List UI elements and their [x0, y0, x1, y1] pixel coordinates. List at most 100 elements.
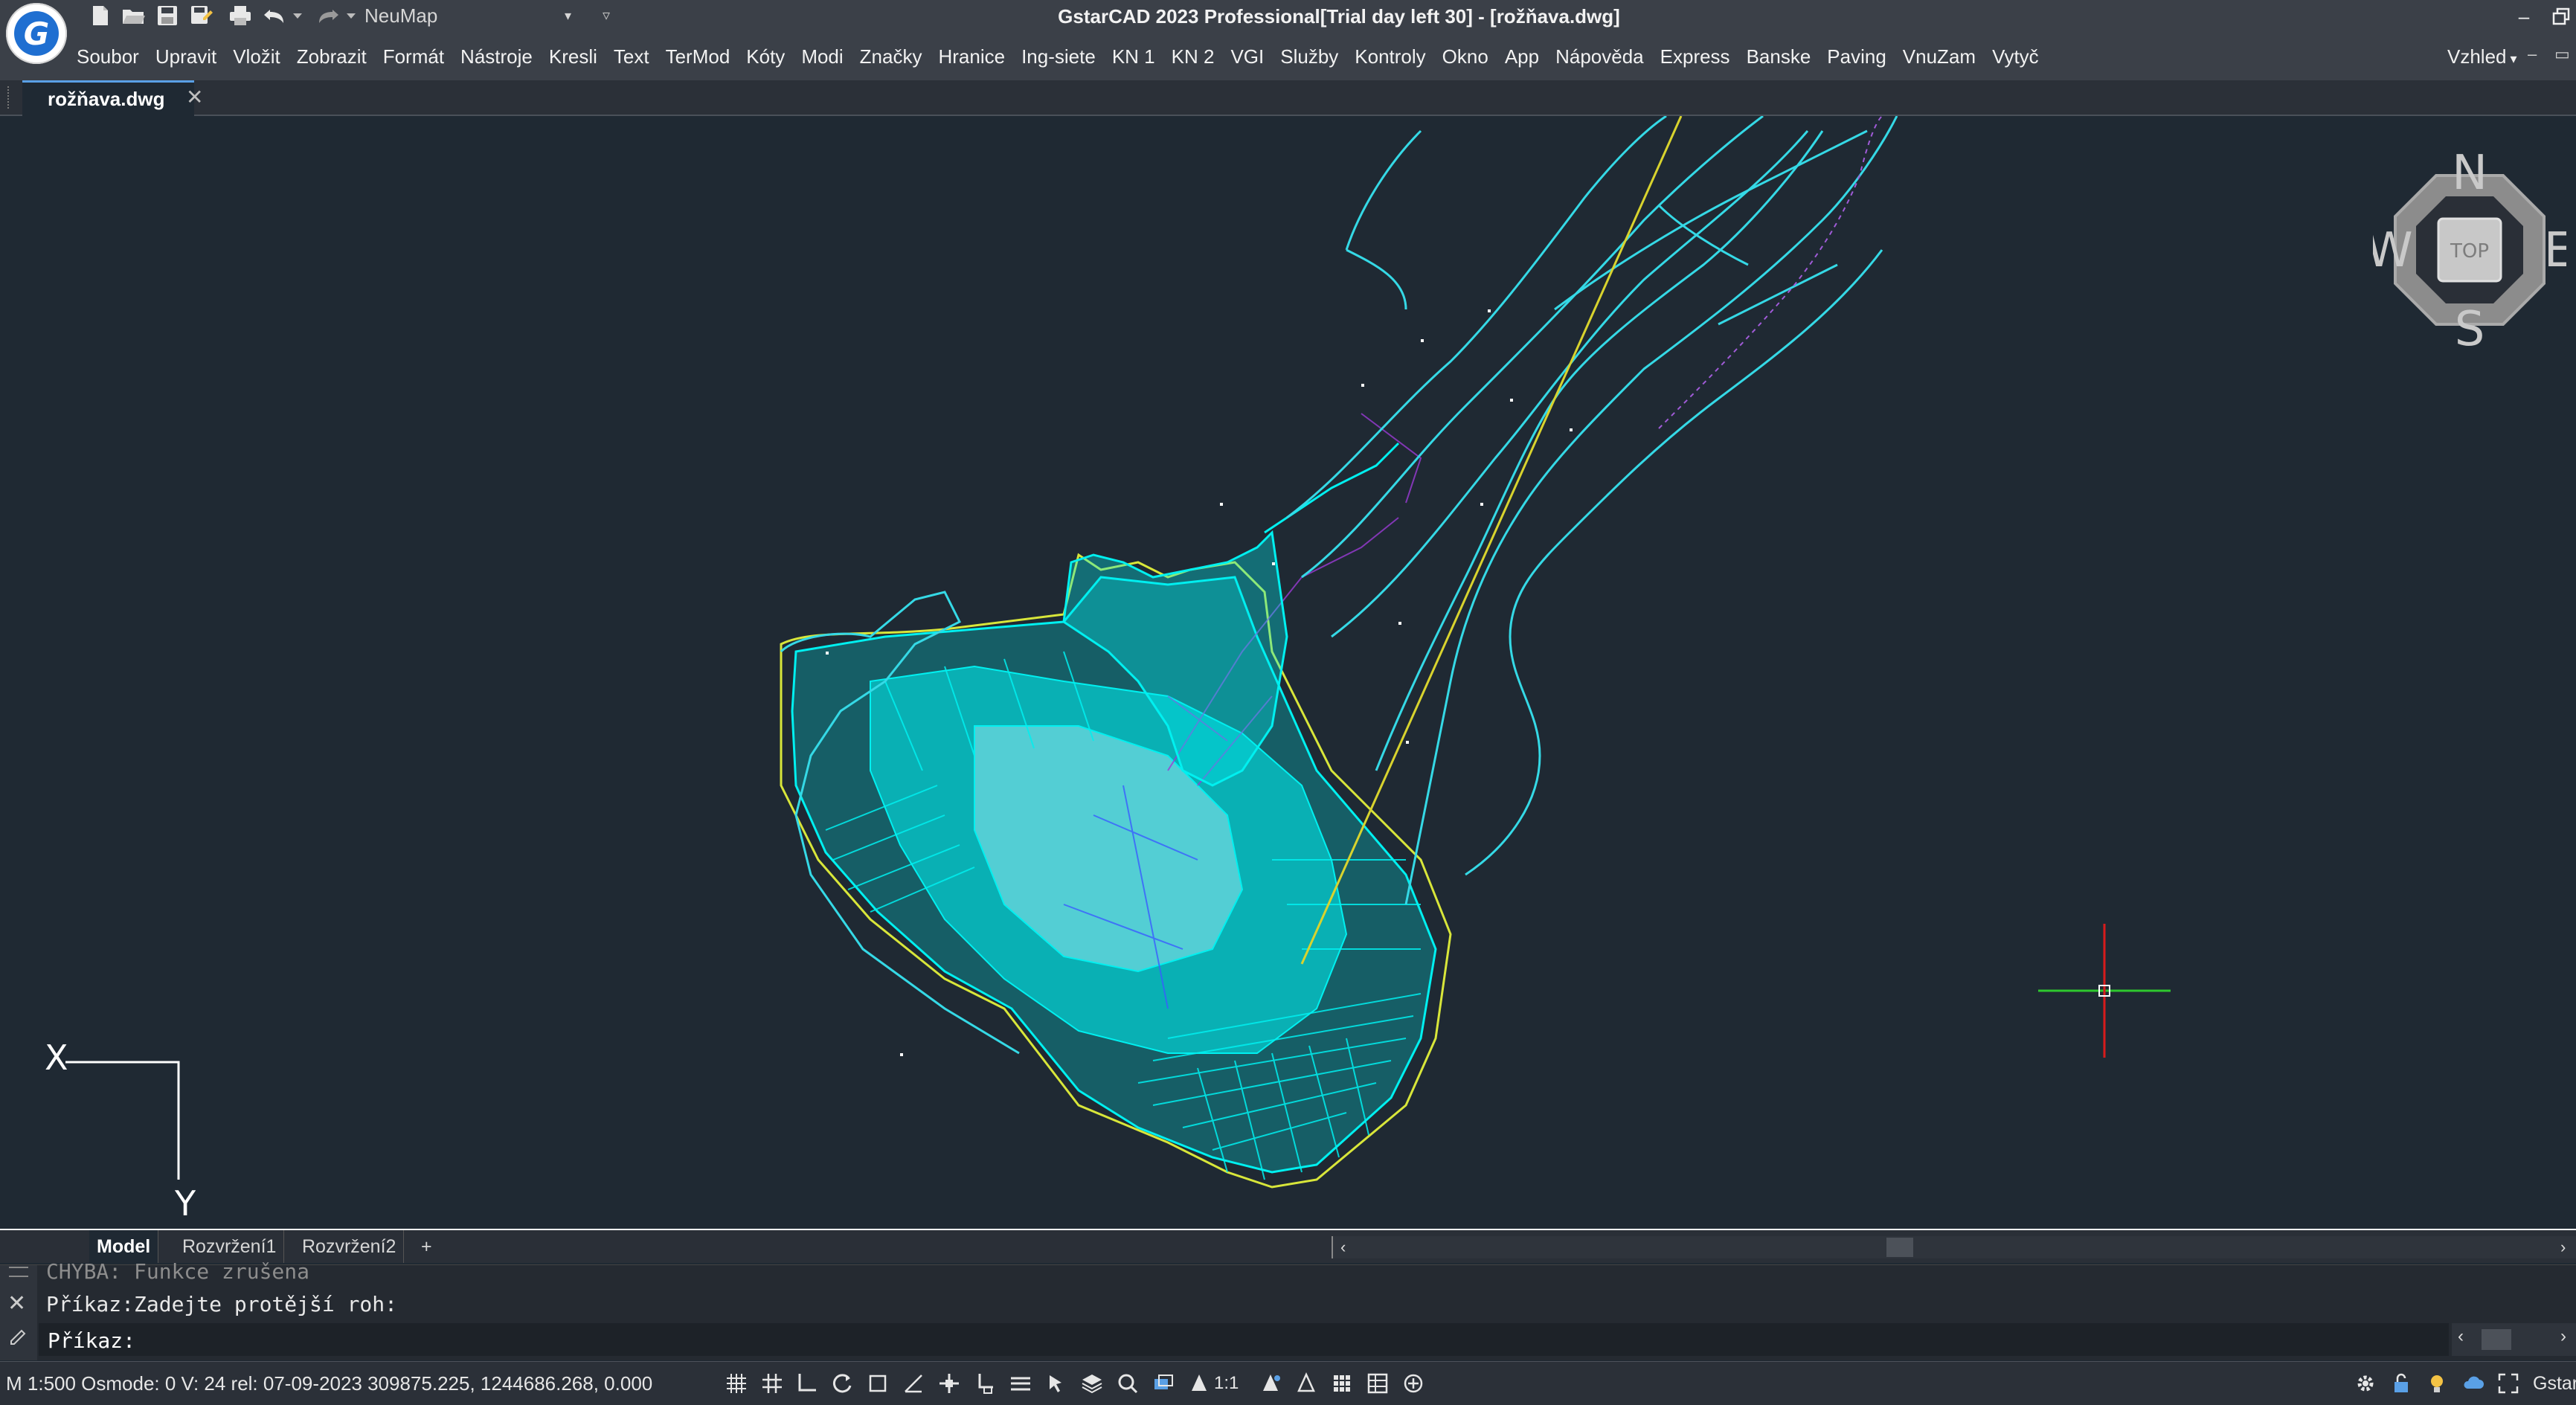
- undo-dropdown-icon[interactable]: [290, 3, 305, 28]
- menu-vytyc[interactable]: Vytyč: [1984, 33, 2047, 80]
- menu-vgi[interactable]: VGI: [1222, 33, 1272, 80]
- menu-termod[interactable]: TerMod: [658, 33, 739, 80]
- menu-paving[interactable]: Paving: [1819, 33, 1895, 80]
- annotation-visibility-icon[interactable]: [1257, 1370, 1284, 1397]
- menu-banske[interactable]: Banske: [1738, 33, 1819, 80]
- viewcube-south[interactable]: S: [2455, 302, 2485, 347]
- grid-display-icon[interactable]: [723, 1370, 750, 1397]
- customize-quick-access-icon[interactable]: ▿: [595, 2, 617, 29]
- horizontal-scrollbar[interactable]: ‹ ›: [1332, 1236, 2576, 1258]
- viewcube-west[interactable]: W: [2373, 223, 2413, 278]
- close-icon[interactable]: ✕: [186, 80, 203, 115]
- ucs-x-label: X: [45, 1038, 68, 1078]
- menu-upravit[interactable]: Upravit: [147, 33, 225, 80]
- drawing-canvas[interactable]: X Y TOP N S E W: [7, 116, 2576, 1229]
- menu-modi[interactable]: Modi: [793, 33, 851, 80]
- save-as-icon[interactable]: [189, 3, 214, 28]
- close-icon[interactable]: ✕: [7, 1290, 26, 1316]
- auto-scale-icon[interactable]: [1293, 1370, 1320, 1397]
- menu-okno[interactable]: Okno: [1434, 33, 1497, 80]
- menu-koty[interactable]: Kóty: [738, 33, 793, 80]
- ortho-icon[interactable]: [793, 1370, 820, 1397]
- polar-tracking-icon[interactable]: [829, 1370, 855, 1397]
- menu-vnuzam[interactable]: VnuZam: [1895, 33, 1984, 80]
- scrollbar-thumb[interactable]: [1886, 1238, 1913, 1257]
- menu-napoveda[interactable]: Nápověda: [1547, 33, 1652, 80]
- scroll-right-icon[interactable]: ›: [2560, 1236, 2566, 1258]
- menu-kn2[interactable]: KN 2: [1163, 33, 1223, 80]
- menu-express[interactable]: Express: [1652, 33, 1738, 80]
- snap-grid-icon[interactable]: [759, 1370, 786, 1397]
- viewcube[interactable]: TOP N S E W: [2373, 153, 2566, 347]
- scroll-left-icon[interactable]: ‹: [2458, 1326, 2464, 1347]
- print-icon[interactable]: [228, 3, 253, 28]
- scrollbar-thumb[interactable]: [2482, 1329, 2511, 1350]
- status-app-label[interactable]: Gstar: [2533, 1362, 2576, 1405]
- isolate-objects-icon[interactable]: [1329, 1370, 1355, 1397]
- menu-text[interactable]: Text: [606, 33, 658, 80]
- redo-icon[interactable]: [315, 3, 341, 28]
- command-input[interactable]: [46, 1326, 2429, 1354]
- menu-zobrazit[interactable]: Zobrazit: [289, 33, 375, 80]
- viewcube-north[interactable]: N: [2452, 153, 2487, 201]
- zoom-icon[interactable]: [1114, 1370, 1141, 1397]
- menu-format[interactable]: Formát: [375, 33, 452, 80]
- drag-handle-icon[interactable]: [9, 1267, 28, 1277]
- menu-vlozit[interactable]: Vložit: [225, 33, 289, 80]
- cloud-sync-icon[interactable]: [2459, 1370, 2486, 1397]
- object-snap-icon[interactable]: [936, 1370, 963, 1397]
- workspace-label: NeuMap: [364, 4, 438, 27]
- menu-ing-siete[interactable]: Ing-siete: [1013, 33, 1104, 80]
- lightbulb-icon[interactable]: [2424, 1370, 2450, 1397]
- status-bar: M 1:500 Osmode: 0 V: 24 rel: 07-09-2023 …: [0, 1361, 2576, 1405]
- title-bar: NeuMap ▾ ▿ GstarCAD 2023 Professional[Tr…: [0, 0, 2576, 33]
- new-file-icon[interactable]: [88, 3, 113, 28]
- doc-minimize-button[interactable]: –: [2528, 45, 2537, 64]
- restore-button[interactable]: [2543, 0, 2576, 33]
- app-logo-button[interactable]: G: [6, 3, 67, 64]
- workspace-dropdown[interactable]: NeuMap ▾: [364, 2, 576, 29]
- redo-dropdown-icon[interactable]: [344, 3, 359, 28]
- add-layout-button[interactable]: +: [414, 1230, 440, 1263]
- menu-kresli[interactable]: Kresli: [541, 33, 606, 80]
- tab-grip-handle[interactable]: [7, 86, 13, 109]
- menu-app[interactable]: App: [1497, 33, 1547, 80]
- scroll-right-icon[interactable]: ›: [2560, 1326, 2566, 1347]
- lock-ui-icon[interactable]: [2388, 1370, 2415, 1397]
- isometric-icon[interactable]: [864, 1370, 891, 1397]
- tab-model[interactable]: Model: [89, 1230, 159, 1263]
- viewcube-east[interactable]: E: [2544, 223, 2566, 278]
- save-icon[interactable]: [155, 3, 180, 28]
- annotation-scale-icon[interactable]: [1186, 1370, 1212, 1397]
- document-tab[interactable]: rožňava.dwg: [22, 80, 195, 117]
- model-space-icon[interactable]: [1150, 1370, 1177, 1397]
- gear-icon[interactable]: [2352, 1370, 2379, 1397]
- document-tab-bar: rožňava.dwg ✕: [0, 80, 2576, 117]
- lineweight-icon[interactable]: [1007, 1370, 1034, 1397]
- menu-sluzby[interactable]: Služby: [1272, 33, 1346, 80]
- doc-restore-button[interactable]: ▭: [2554, 45, 2570, 64]
- layers-icon[interactable]: [1079, 1370, 1105, 1397]
- appearance-dropdown[interactable]: Vzhled ▾: [2447, 33, 2517, 83]
- tab-layout1[interactable]: Rozvržení1: [175, 1230, 285, 1263]
- tab-layout2[interactable]: Rozvržení2: [295, 1230, 405, 1263]
- scroll-left-icon[interactable]: ‹: [1340, 1236, 1346, 1258]
- command-input-box[interactable]: [39, 1323, 2449, 1356]
- minimize-button[interactable]: –: [2505, 0, 2543, 33]
- menu-kn1[interactable]: KN 1: [1104, 33, 1163, 80]
- open-folder-icon[interactable]: [121, 3, 146, 28]
- properties-panel-icon[interactable]: [1364, 1370, 1391, 1397]
- target-point-icon[interactable]: [1400, 1370, 1427, 1397]
- menu-znacky[interactable]: Značky: [852, 33, 931, 80]
- annotation-scale-value[interactable]: 1:1: [1214, 1362, 1239, 1405]
- command-scrollbar[interactable]: ‹ ›: [2452, 1323, 2576, 1356]
- dynamic-ucs-icon[interactable]: [971, 1370, 998, 1397]
- menu-soubor[interactable]: Soubor: [68, 33, 147, 80]
- selection-cycling-icon[interactable]: [1043, 1370, 1070, 1397]
- menu-kontroly[interactable]: Kontroly: [1346, 33, 1433, 80]
- object-snap-tracking-icon[interactable]: [900, 1370, 927, 1397]
- menu-nastroje[interactable]: Nástroje: [452, 33, 541, 80]
- menu-hranice[interactable]: Hranice: [930, 33, 1013, 80]
- undo-icon[interactable]: [262, 3, 287, 28]
- fullscreen-icon[interactable]: [2495, 1370, 2522, 1397]
